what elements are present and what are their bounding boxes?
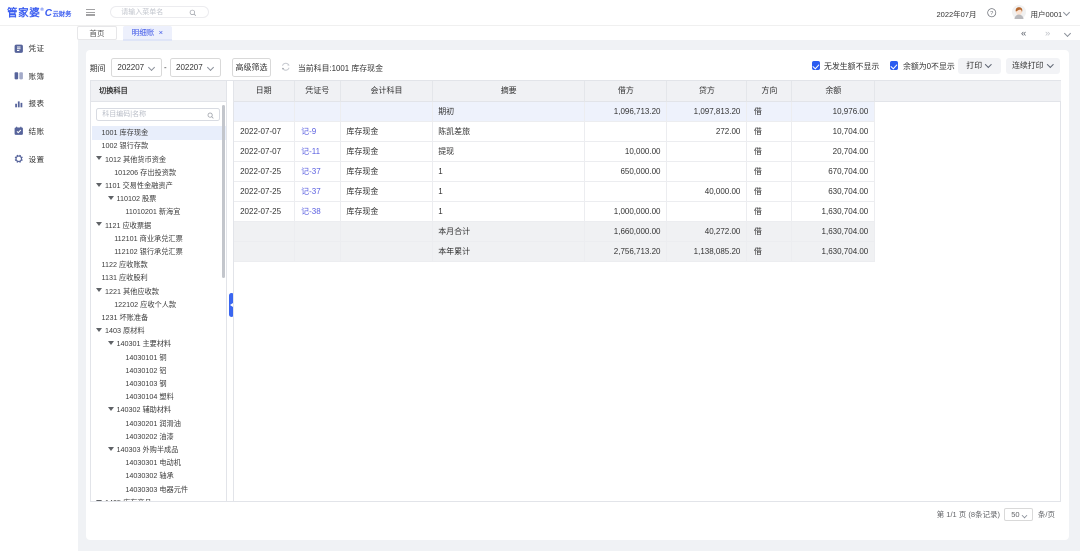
svg-text:?: ? [990, 11, 993, 17]
